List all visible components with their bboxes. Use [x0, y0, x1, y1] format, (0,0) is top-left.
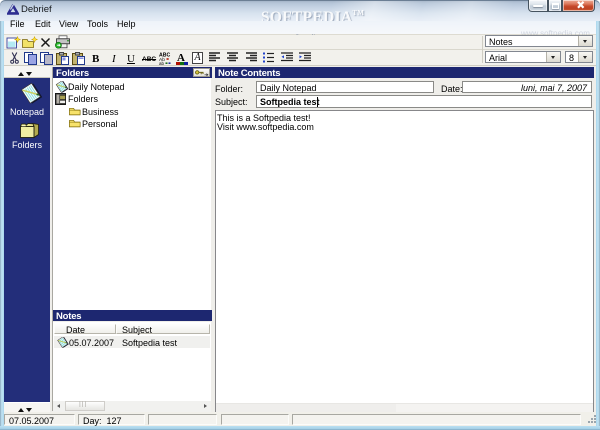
svg-text:ab: ab — [159, 61, 165, 65]
